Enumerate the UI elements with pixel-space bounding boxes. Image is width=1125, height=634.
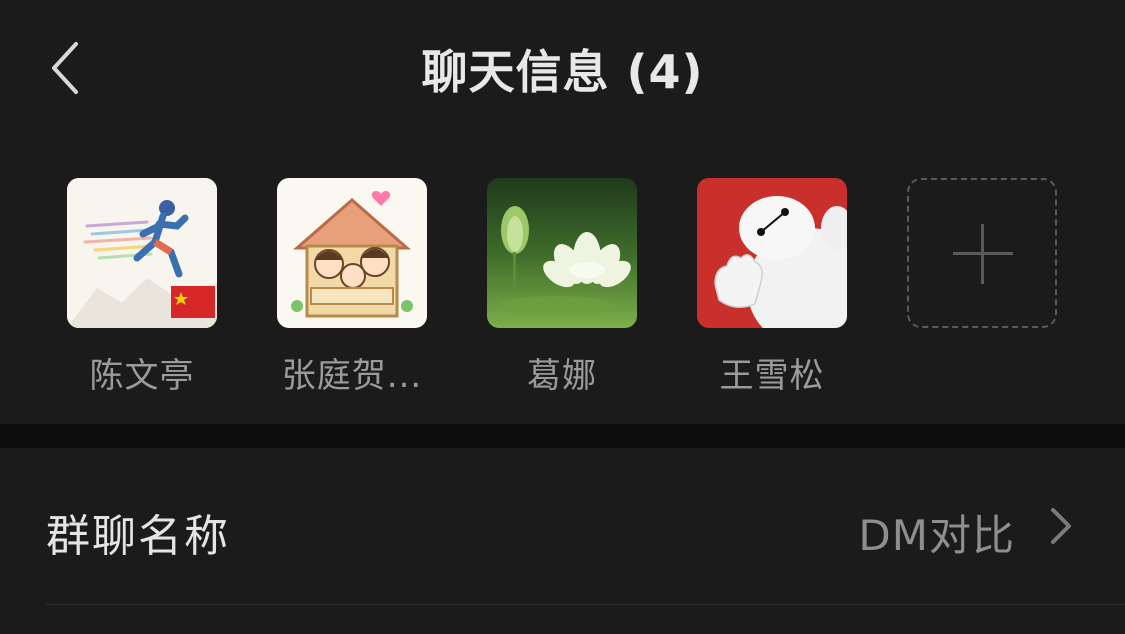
settings-panel: 群聊名称 DM对比 (0, 448, 1125, 634)
member-item[interactable]: 葛娜 (477, 178, 647, 397)
group-name-value: DM对比 (858, 511, 1015, 560)
add-member-button[interactable] (907, 178, 1057, 328)
row-divider (46, 604, 1125, 605)
member-name: 陈文亭 (89, 356, 195, 396)
member-name: 张庭贺... (281, 356, 423, 396)
section-divider (0, 424, 1125, 448)
chat-info-page: 聊天信息 (4) 陈文亭 张庭贺... 葛娜 王雪松 群聊名称 DM对比 (0, 0, 1125, 634)
lotus-avatar (487, 178, 637, 328)
runner-avatar (67, 178, 217, 328)
member-avatar (697, 178, 847, 328)
chevron-right-icon (1051, 508, 1071, 544)
member-avatar (487, 178, 637, 328)
member-avatar (67, 178, 217, 328)
group-name-row[interactable]: 群聊名称 DM对比 (0, 448, 1125, 606)
group-name-label: 群聊名称 (46, 511, 230, 562)
members-panel: 聊天信息 (4) 陈文亭 张庭贺... 葛娜 王雪松 (0, 0, 1125, 424)
member-item[interactable]: 张庭贺... (267, 178, 437, 397)
member-name: 葛娜 (527, 356, 597, 396)
member-item[interactable]: 王雪松 (687, 178, 857, 397)
member-avatar (277, 178, 427, 328)
family-house-avatar (277, 178, 427, 328)
member-name: 王雪松 (719, 356, 825, 396)
page-title: 聊天信息 (4) (421, 45, 704, 99)
baymax-avatar (697, 178, 847, 328)
member-item[interactable]: 陈文亭 (57, 178, 227, 397)
